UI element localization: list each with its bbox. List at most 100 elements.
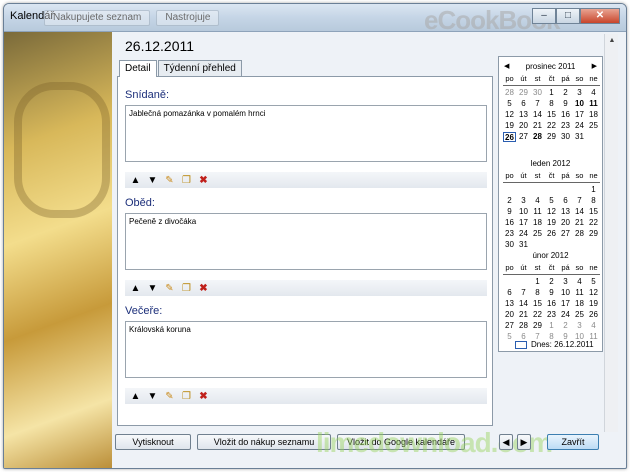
copy-icon[interactable]: ❐ <box>180 390 193 403</box>
calendar-day[interactable]: 2 <box>545 277 558 287</box>
calendar-day[interactable]: 15 <box>587 207 600 217</box>
pencil-icon[interactable]: ✎ <box>163 390 176 403</box>
calendar-day[interactable]: 12 <box>503 110 516 120</box>
calendar-day[interactable]: 7 <box>573 196 586 206</box>
pencil-icon[interactable]: ✎ <box>163 282 176 295</box>
calendar-day[interactable]: 17 <box>517 218 530 228</box>
calendar-day[interactable]: 6 <box>503 288 516 298</box>
calendar-day[interactable]: 13 <box>559 207 572 217</box>
copy-icon[interactable]: ❐ <box>180 174 193 187</box>
calendar-day[interactable]: 30 <box>531 88 544 98</box>
calendar-day[interactable]: 23 <box>545 310 558 320</box>
calendar-day[interactable]: 26 <box>545 229 558 239</box>
calendar-day[interactable]: 1 <box>531 277 544 287</box>
calendar-day[interactable]: 14 <box>531 110 544 120</box>
pencil-icon[interactable]: ✎ <box>163 174 176 187</box>
calendar-day[interactable]: 31 <box>573 132 586 142</box>
calendar-day[interactable]: 21 <box>573 218 586 228</box>
calendar-day[interactable]: 21 <box>531 121 544 131</box>
calendar-day[interactable]: 2 <box>559 88 572 98</box>
calendar-day[interactable]: 25 <box>573 310 586 320</box>
calendar-day[interactable]: 28 <box>531 132 544 142</box>
calendar-day[interactable]: 9 <box>559 99 572 109</box>
calendar-day[interactable]: 31 <box>517 240 530 250</box>
calendar-day[interactable]: 25 <box>587 121 600 131</box>
calendar-day[interactable]: 10 <box>517 207 530 217</box>
arrow-down-icon[interactable]: ▼ <box>146 282 159 295</box>
copy-icon[interactable]: ❐ <box>180 282 193 295</box>
close-button[interactable]: Zavřít <box>547 434 599 450</box>
arrow-down-icon[interactable]: ▼ <box>146 390 159 403</box>
calendar-day[interactable]: 10 <box>559 288 572 298</box>
vertical-scrollbar[interactable]: ▲ <box>604 34 618 432</box>
next-month-icon[interactable]: ▶ <box>592 62 597 70</box>
calendar-day[interactable]: 27 <box>503 321 516 331</box>
calendar-day[interactable]: 30 <box>559 132 572 142</box>
calendar-day[interactable]: 5 <box>503 99 516 109</box>
calendar-day[interactable]: 29 <box>587 229 600 239</box>
calendar-day[interactable]: 5 <box>587 277 600 287</box>
calendar-day[interactable]: 24 <box>517 229 530 239</box>
add-to-shopping-list-button[interactable]: Vložit do nákup seznamu <box>197 434 331 450</box>
calendar-day[interactable]: 15 <box>545 110 558 120</box>
calendar-day[interactable]: 11 <box>531 207 544 217</box>
calendar-day[interactable]: 3 <box>573 321 586 331</box>
calendar-day[interactable]: 25 <box>531 229 544 239</box>
calendar-day[interactable]: 12 <box>545 207 558 217</box>
calendar-day[interactable]: 6 <box>559 196 572 206</box>
scroll-up-icon[interactable]: ▲ <box>605 34 619 48</box>
arrow-up-icon[interactable]: ▲ <box>129 282 142 295</box>
calendar-day[interactable]: 1 <box>545 88 558 98</box>
calendar-day[interactable]: 2 <box>559 321 572 331</box>
calendar-day[interactable]: 28 <box>573 229 586 239</box>
next-day-button[interactable]: ▶ <box>517 434 531 450</box>
calendar-day[interactable]: 8 <box>531 288 544 298</box>
tab-detail[interactable]: Detail <box>119 60 157 77</box>
calendar-day[interactable]: 23 <box>559 121 572 131</box>
calendar-day[interactable]: 7 <box>531 99 544 109</box>
calendar-day[interactable]: 13 <box>517 110 530 120</box>
calendar-day[interactable]: 9 <box>503 207 516 217</box>
arrow-up-icon[interactable]: ▲ <box>129 390 142 403</box>
calendar-day[interactable]: 23 <box>503 229 516 239</box>
calendar-day[interactable]: 18 <box>531 218 544 228</box>
calendar-day[interactable]: 22 <box>531 310 544 320</box>
calendar-day[interactable]: 13 <box>503 299 516 309</box>
delete-icon[interactable]: ✖ <box>197 390 210 403</box>
calendar-day[interactable]: 6 <box>517 99 530 109</box>
meal-text-field[interactable]: Pečeně z divočáka <box>125 213 487 270</box>
calendar-day[interactable]: 11 <box>587 99 600 109</box>
calendar-day[interactable]: 3 <box>517 196 530 206</box>
calendar-day[interactable]: 29 <box>531 321 544 331</box>
maximize-button[interactable]: □ <box>556 8 580 24</box>
delete-icon[interactable]: ✖ <box>197 174 210 187</box>
meal-text-field[interactable]: Královská koruna <box>125 321 487 378</box>
calendar-day[interactable]: 26 <box>503 132 516 142</box>
calendar-day[interactable]: 14 <box>573 207 586 217</box>
prev-day-button[interactable]: ◀ <box>499 434 513 450</box>
prev-month-icon[interactable]: ◀ <box>504 62 509 70</box>
calendar-day[interactable]: 19 <box>545 218 558 228</box>
calendar-day[interactable]: 20 <box>517 121 530 131</box>
arrow-down-icon[interactable]: ▼ <box>146 174 159 187</box>
calendar-day[interactable]: 3 <box>573 88 586 98</box>
calendar-day[interactable]: 16 <box>559 110 572 120</box>
calendar-day[interactable]: 20 <box>503 310 516 320</box>
calendar-day[interactable]: 17 <box>573 110 586 120</box>
calendar-day[interactable]: 28 <box>503 88 516 98</box>
minimize-button[interactable]: – <box>532 8 556 24</box>
calendar-day[interactable]: 24 <box>559 310 572 320</box>
arrow-up-icon[interactable]: ▲ <box>129 174 142 187</box>
calendar-day[interactable]: 18 <box>573 299 586 309</box>
calendar-day[interactable]: 10 <box>573 99 586 109</box>
calendar-day[interactable]: 28 <box>517 321 530 331</box>
calendar-day[interactable]: 11 <box>573 288 586 298</box>
calendar-day[interactable]: 4 <box>587 88 600 98</box>
calendar-day[interactable]: 26 <box>587 310 600 320</box>
calendar-day[interactable]: 27 <box>517 132 530 142</box>
meal-text-field[interactable]: Jablečná pomazánka v pomalém hrnci <box>125 105 487 162</box>
calendar-day[interactable]: 24 <box>573 121 586 131</box>
calendar-day[interactable]: 5 <box>545 196 558 206</box>
calendar-day[interactable]: 20 <box>559 218 572 228</box>
calendar-day[interactable]: 18 <box>587 110 600 120</box>
